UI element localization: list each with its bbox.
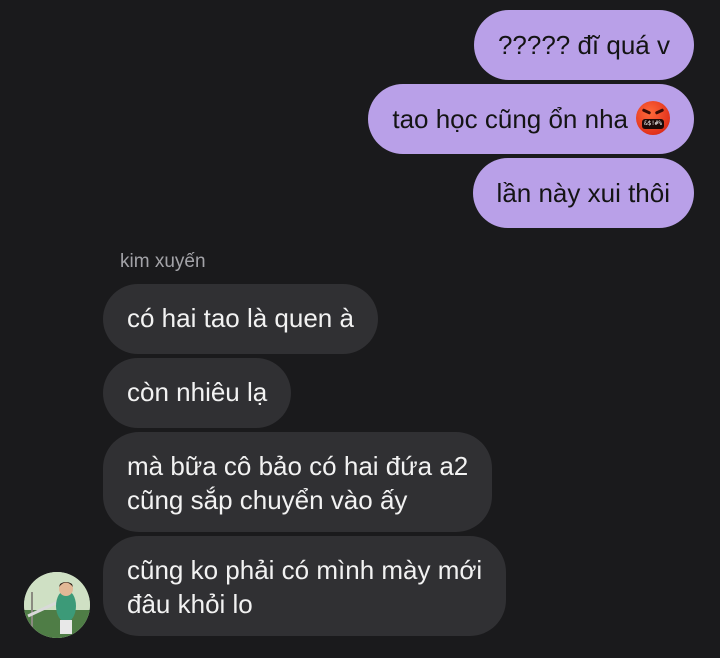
- sender-name: kim xuyến: [120, 251, 206, 272]
- outgoing-message-bubble[interactable]: lần này xui thôi: [472, 158, 694, 228]
- outgoing-message-bubble[interactable]: ????? đĩ quá v: [473, 10, 694, 80]
- outgoing-message-bubble[interactable]: tao học cũng ổn nha &$!#%: [368, 84, 694, 154]
- message-line: mà bữa cô bảo có hai đứa a2: [127, 451, 469, 481]
- avatar[interactable]: [24, 572, 90, 638]
- message-line: cũng sắp chuyển vào ấy: [127, 485, 408, 515]
- angry-symbols-emoji-icon: &$!#%: [636, 101, 670, 136]
- message-line: đâu khỏi lo: [127, 589, 253, 619]
- incoming-message-bubble[interactable]: mà bữa cô bảo có hai đứa a2 cũng sắp chu…: [103, 432, 493, 532]
- message-text: có hai tao là quen à: [127, 303, 354, 333]
- message-text: còn nhiêu lạ: [127, 377, 268, 407]
- message-text: tao học cũng ổn nha: [392, 104, 628, 134]
- incoming-message-bubble[interactable]: có hai tao là quen à: [103, 284, 378, 354]
- incoming-message-bubble[interactable]: còn nhiêu lạ: [103, 358, 292, 428]
- message-text: lần này xui thôi: [496, 178, 670, 208]
- message-text: ????? đĩ quá v: [497, 30, 670, 60]
- message-line: cũng ko phải có mình mày mới: [127, 555, 483, 585]
- profile-photo-icon: [24, 572, 90, 638]
- incoming-message-bubble[interactable]: cũng ko phải có mình mày mới đâu khỏi lo: [103, 536, 507, 636]
